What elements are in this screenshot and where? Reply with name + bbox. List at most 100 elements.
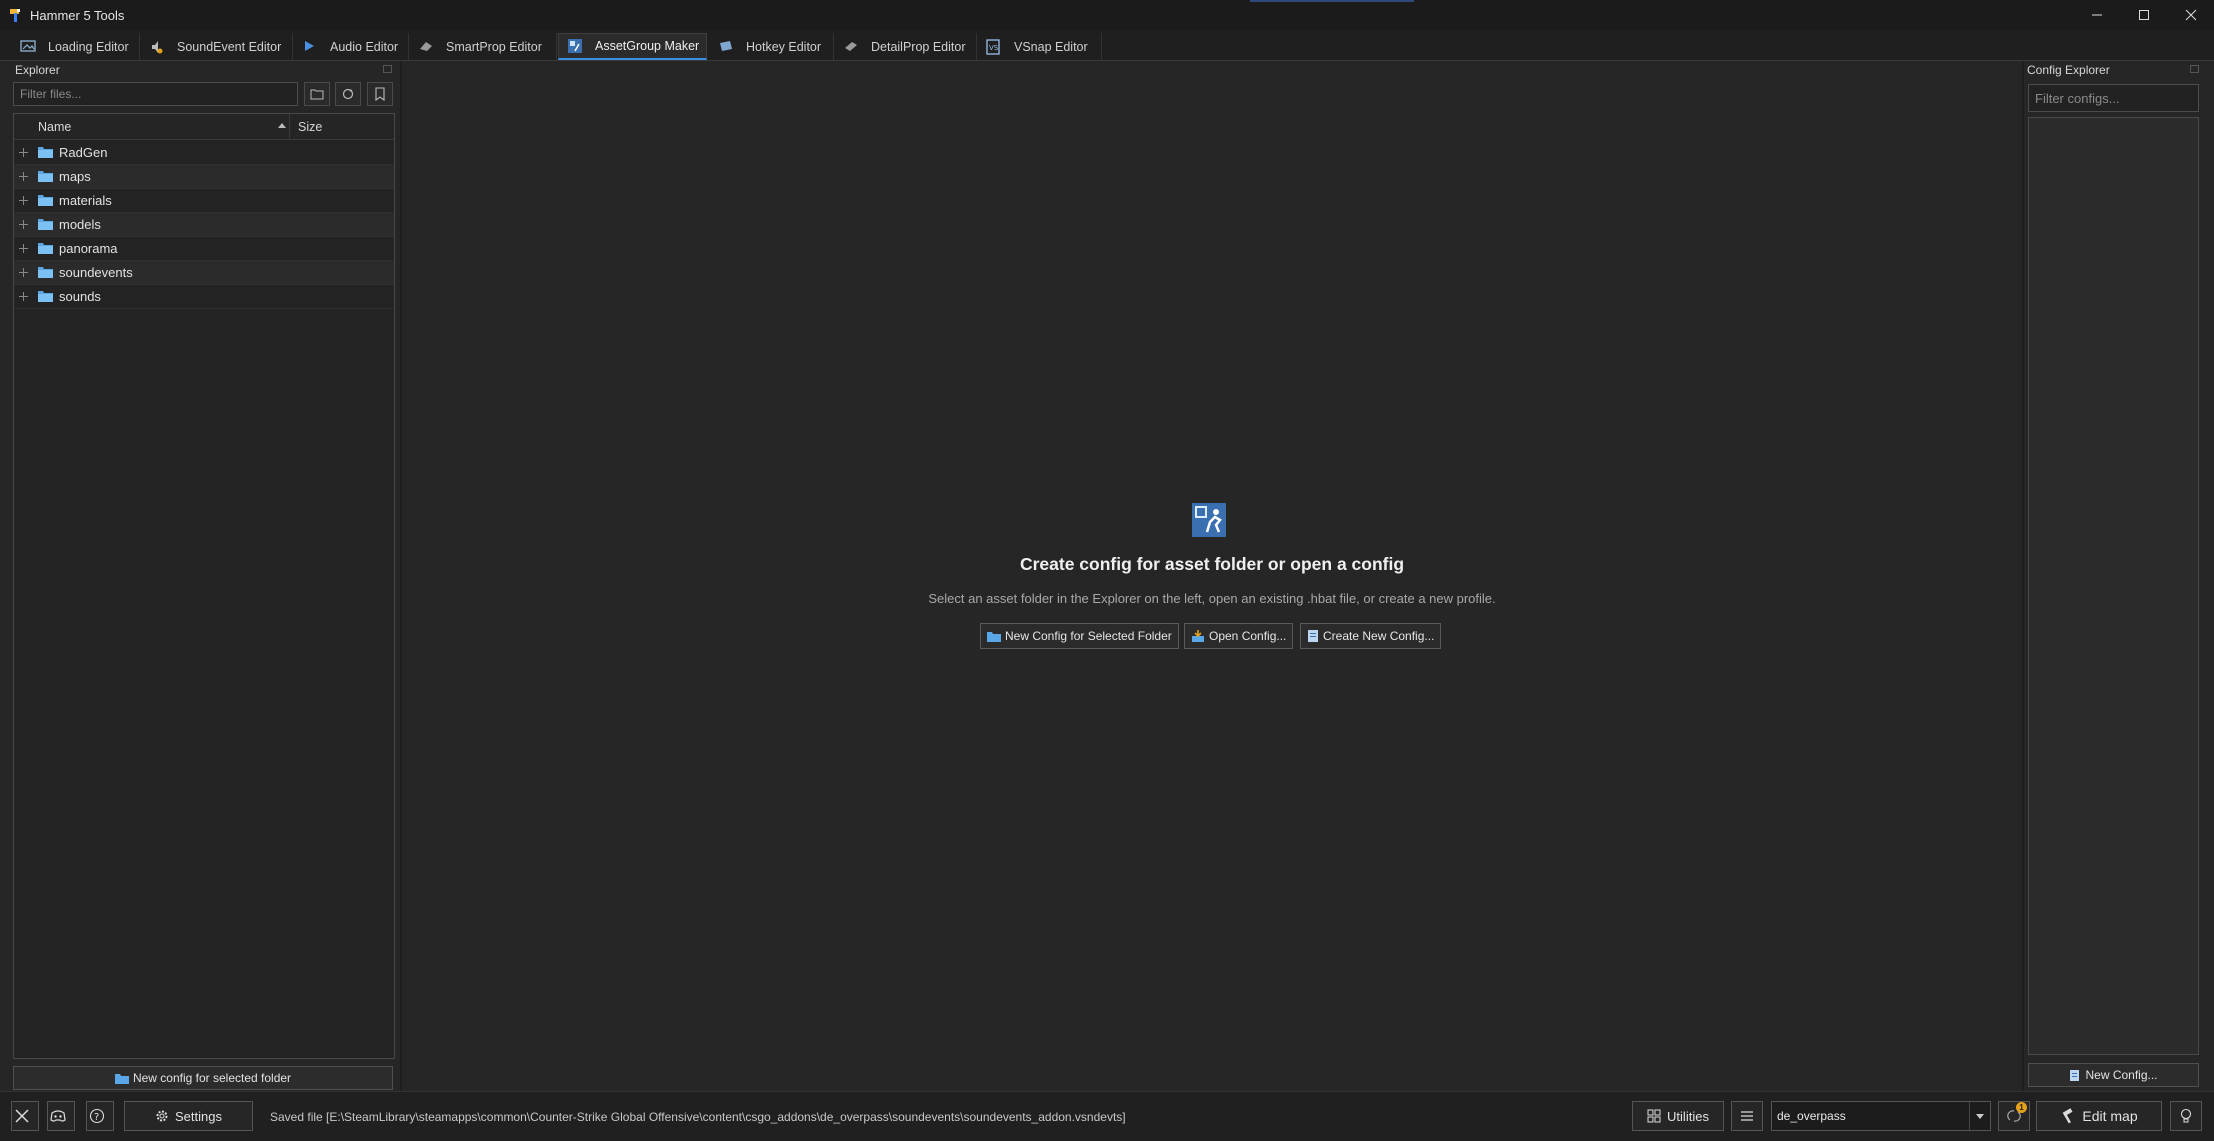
open-folder-button[interactable] [304,82,330,106]
menu-button[interactable] [1731,1101,1763,1131]
open-config-icon [1192,629,1204,642]
close-icon [2185,9,2197,21]
keyboard-icon [718,39,736,55]
config-filter-input[interactable]: Filter configs... [2028,84,2199,112]
lightbulb-icon [2180,1108,2192,1123]
tree-row-sounds[interactable]: sounds [14,285,394,309]
folder-label: panorama [59,241,118,256]
assetgroup-icon [1192,503,1226,537]
open-config-button[interactable]: Open Config... [1184,623,1294,649]
create-new-config-button[interactable]: Create New Config... [1300,623,1442,649]
tree-row-soundevents[interactable]: soundevents [14,261,394,285]
hammer-app-icon [8,7,24,23]
tree-row-materials[interactable]: materials [14,189,394,213]
new-config-button[interactable]: New Config... [2028,1063,2199,1087]
maximize-button[interactable] [2121,0,2167,30]
tab-label: VSnap Editor [1014,39,1088,54]
settings-button[interactable]: Settings [124,1101,253,1131]
column-divider [289,114,290,140]
chevron-down-icon[interactable] [1969,1102,1990,1130]
minimize-button[interactable] [2074,0,2120,30]
folder-label: maps [59,169,91,184]
tab-loading-editor[interactable]: Loading Editor [12,33,140,60]
close-button[interactable] [2168,0,2214,30]
tree-row-maps[interactable]: maps [14,165,394,189]
svg-text:VS: VS [989,44,999,52]
play-icon [302,39,320,55]
discord-button[interactable] [47,1101,75,1131]
bookmark-button[interactable] [367,82,393,106]
hammer-icon [2063,1108,2073,1124]
button-label: Open Config... [1209,629,1287,643]
folder-icon [38,219,53,230]
new-document-icon [2070,1069,2080,1081]
float-panel-icon[interactable] [383,65,392,73]
tab-audio-editor[interactable]: Audio Editor [294,33,409,60]
grid-icon [1647,1109,1661,1123]
folder-icon [38,195,53,206]
tab-detailprop-editor[interactable]: DetailProp Editor [835,33,977,60]
tab-smartprop-editor[interactable]: SmartProp Editor [410,33,557,60]
map-select-value: de_overpass [1777,1109,1846,1123]
folder-open-icon [310,89,324,100]
new-document-icon [1308,630,1318,642]
expand-icon [19,244,28,253]
settings-label: Settings [175,1108,222,1124]
image-icon [20,39,38,55]
tab-label: Hotkey Editor [746,39,822,54]
vsnap-icon: VS [986,38,1004,55]
column-name-header[interactable]: Name [38,120,71,134]
tab-label: Audio Editor [330,39,399,54]
minimize-icon [2092,14,2102,16]
empty-state-heading: Create config for asset folder or open a… [1019,554,1405,574]
float-panel-icon[interactable] [2190,65,2199,73]
expand-icon [19,148,28,157]
tab-soundevent-editor[interactable]: SoundEvent Editor [141,33,293,60]
status-bar: ? Settings Saved file [E:\SteamLibrary\s… [0,1091,2214,1141]
new-config-for-selected-folder-button[interactable]: New Config for Selected Folder [980,623,1179,649]
expand-icon [19,172,28,181]
config-list[interactable] [2028,117,2199,1055]
tree-row-radgen[interactable]: RadGen [14,141,394,165]
folder-icon [38,291,53,302]
tree-row-models[interactable]: models [14,213,394,237]
window-title: Hammer 5 Tools [30,8,125,23]
folder-label: sounds [59,289,101,304]
refresh-icon [342,88,354,100]
tab-assetgroup-maker[interactable]: AssetGroup Maker [558,33,707,60]
tab-hotkey-editor[interactable]: Hotkey Editor [710,33,834,60]
prop-icon [418,39,436,55]
folder-icon [38,171,53,182]
tips-button[interactable] [2170,1101,2202,1131]
utilities-label: Utilities [1667,1108,1709,1124]
expand-icon [19,196,28,205]
x-social-button[interactable] [11,1101,39,1131]
empty-state-subtext: Select an asset folder in the Explorer o… [928,591,1496,606]
map-select[interactable]: de_overpass [1771,1101,1991,1131]
new-config-label: New config for selected folder [132,1071,292,1085]
edit-map-button[interactable]: Edit map [2036,1101,2162,1131]
assetgroup-main-area: Create config for asset folder or open a… [402,61,2022,1091]
title-bar: Hammer 5 Tools [0,0,2214,30]
tree-row-panorama[interactable]: panorama [14,237,394,261]
tab-bar: Loading Editor SoundEvent Editor Audio E… [0,30,2214,61]
title-accent [1250,0,1414,2]
expand-icon [19,220,28,229]
refresh-button[interactable] [335,82,361,106]
folder-icon [38,147,53,158]
detailprop-icon [843,39,861,55]
column-size-header[interactable]: Size [298,120,322,134]
folder-icon [987,631,1001,642]
tab-label: DetailProp Editor [871,39,966,54]
utilities-button[interactable]: Utilities [1632,1101,1724,1131]
explorer-filter-input[interactable]: Filter files... [13,82,298,106]
tab-vsnap-editor[interactable]: VS VSnap Editor [978,33,1102,60]
folder-icon [114,1073,129,1084]
maximize-icon [2139,10,2149,20]
explorer-title: Explorer [15,63,60,77]
help-button[interactable]: ? [86,1101,114,1131]
help-icon: ? [89,1108,105,1124]
hamburger-menu-icon [1741,1111,1753,1121]
new-config-for-folder-button[interactable]: New config for selected folder [13,1066,393,1090]
tab-label: SoundEvent Editor [177,39,282,54]
